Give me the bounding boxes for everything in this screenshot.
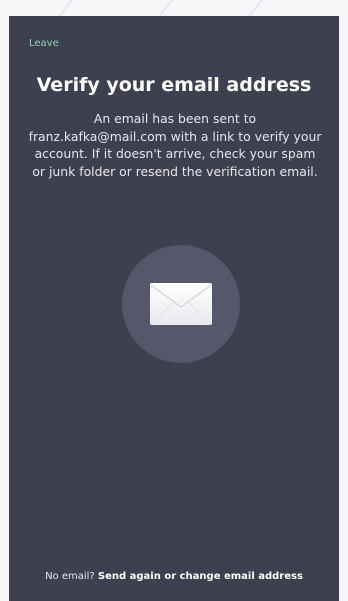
verify-email-screen: Leave Verify your email address An email… xyxy=(9,16,339,601)
resend-footer: No email? Send again or change email add… xyxy=(9,571,339,582)
leave-link[interactable]: Leave xyxy=(29,38,59,49)
page-title: Verify your email address xyxy=(36,74,312,96)
page: Leave Verify your email address An email… xyxy=(0,0,348,601)
send-again-link[interactable]: Send again or change email address xyxy=(98,571,303,582)
envelope-icon-badge xyxy=(122,245,240,363)
verification-message: An email has been sent to franz.kafka@ma… xyxy=(28,111,322,179)
no-email-prompt: No email? xyxy=(45,571,98,582)
envelope-icon xyxy=(150,283,212,325)
